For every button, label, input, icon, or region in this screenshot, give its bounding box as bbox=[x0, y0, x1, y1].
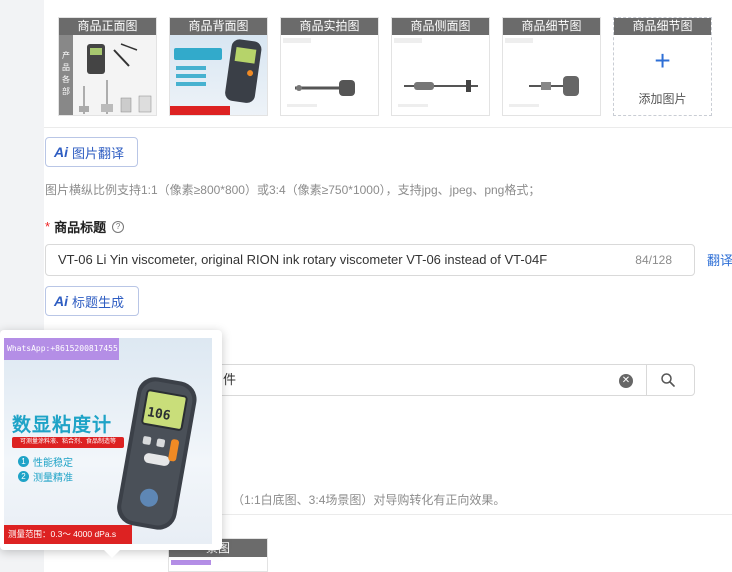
preview-image: WhatsApp:+8615200817455 106 数显粘度计 可测量涂料液… bbox=[4, 338, 212, 544]
preview-heading: 数显粘度计 bbox=[12, 415, 113, 436]
title-input-value: VT-06 Li Yin viscometer, original RION i… bbox=[58, 252, 548, 267]
feature-text: 测量精准 bbox=[33, 473, 73, 484]
feature-text: 性能稳定 bbox=[33, 458, 73, 469]
title-generate-label: 标题生成 bbox=[72, 294, 125, 310]
svg-text:品: 品 bbox=[62, 63, 70, 72]
image-preview-popup: WhatsApp:+8615200817455 106 数显粘度计 可测量涂料液… bbox=[0, 330, 222, 558]
image-slot-caption: 商品细节图 bbox=[503, 18, 600, 35]
title-translate-link[interactable]: 翻译 bbox=[707, 250, 732, 269]
image-translate-label: 图片翻译 bbox=[72, 145, 125, 161]
image-slot-caption: 商品细节图 bbox=[614, 18, 711, 35]
help-icon[interactable]: ? bbox=[112, 220, 125, 233]
preview-tagline: 可测量涂料液、粘合剂、食品制造等 bbox=[12, 437, 124, 448]
category-search-box[interactable]: 件 ✕ bbox=[200, 364, 695, 396]
image-slot-real[interactable]: 商品实拍图 bbox=[280, 17, 379, 116]
plus-icon: + bbox=[654, 45, 671, 76]
image-slot-detail-1[interactable]: 商品细节图 bbox=[502, 17, 601, 116]
image-format-hint: 图片横纵比例支持1:1（像素≥800*800）或3:4（像素≥750*1000）… bbox=[45, 183, 541, 197]
required-asterisk: * bbox=[45, 219, 51, 234]
number-badge: 1 bbox=[18, 456, 29, 467]
svg-text:产: 产 bbox=[62, 50, 70, 60]
main-image-hint: （1:1白底图、3:4场景图）对导购转化有正向效果。 bbox=[232, 493, 506, 507]
image-slot-caption: 商品实拍图 bbox=[281, 18, 378, 35]
thumb-watermark-strip bbox=[171, 560, 211, 565]
title-char-counter: 84/128 bbox=[635, 253, 672, 267]
preview-feature-2: 2 测量精准 bbox=[18, 469, 73, 484]
image-slot-back[interactable]: 商品背面图 bbox=[169, 17, 268, 116]
add-image-label: 添加图片 bbox=[638, 92, 687, 106]
image-slot-front[interactable]: 商品正面图 产 品 各 部 bbox=[58, 17, 157, 116]
search-icon[interactable] bbox=[660, 372, 676, 388]
search-input-value: 件 bbox=[223, 372, 237, 387]
clear-icon[interactable]: ✕ bbox=[619, 374, 633, 388]
number-badge: 2 bbox=[18, 471, 29, 482]
svg-text:部: 部 bbox=[62, 86, 70, 96]
measurement-range-banner: 测量范围：0.3～ 4000 dPa.s bbox=[4, 525, 132, 544]
add-image-slot[interactable]: 商品细节图 + 添加图片 bbox=[613, 17, 712, 116]
popup-arrow bbox=[104, 550, 120, 558]
divider bbox=[44, 127, 732, 128]
svg-text:各: 各 bbox=[62, 74, 70, 84]
ai-icon: Ai bbox=[54, 293, 68, 309]
ai-icon: Ai bbox=[54, 144, 68, 160]
preview-feature-1: 1 性能稳定 bbox=[18, 454, 73, 469]
title-input[interactable]: VT-06 Li Yin viscometer, original RION i… bbox=[45, 244, 695, 276]
search-divider bbox=[646, 365, 647, 395]
image-slot-caption: 商品正面图 bbox=[59, 18, 156, 35]
image-slot-side[interactable]: 商品侧面图 bbox=[391, 17, 490, 116]
title-field-label: * 商品标题 ? bbox=[45, 217, 125, 236]
title-label-text: 商品标题 bbox=[54, 220, 107, 235]
title-generate-button[interactable]: Ai 标题生成 bbox=[45, 286, 139, 316]
image-slot-caption: 商品背面图 bbox=[170, 18, 267, 35]
image-slot-caption: 商品侧面图 bbox=[392, 18, 489, 35]
image-translate-button[interactable]: Ai 图片翻译 bbox=[45, 137, 138, 167]
